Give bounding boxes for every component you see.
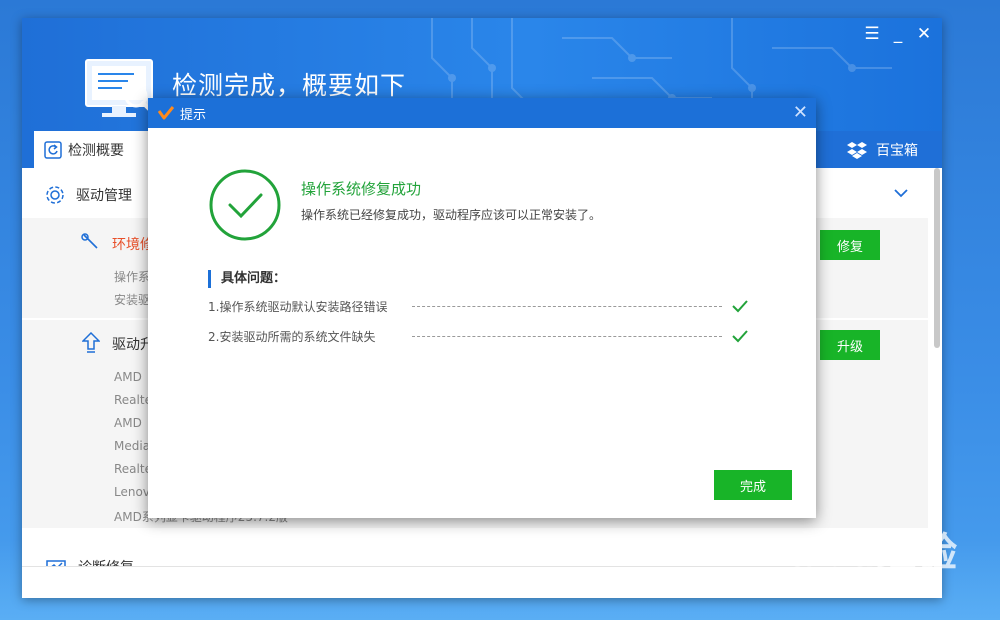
upgrade-line-4: Media xyxy=(114,439,151,453)
section-driver-manage[interactable]: 驱动管理 xyxy=(44,180,132,210)
check-icon xyxy=(732,330,748,343)
upgrade-line-1: AMD xyxy=(114,370,142,384)
tab-toolbox[interactable]: 百宝箱 xyxy=(846,131,918,168)
issue-row: 2.安装驱动所需的系统文件缺失 xyxy=(208,326,748,346)
section-driver-manage-label: 驱动管理 xyxy=(76,188,132,204)
dashed-divider xyxy=(412,305,722,307)
upgrade-button[interactable]: 升级 xyxy=(820,330,880,360)
upgrade-line-2: Realte xyxy=(114,393,152,407)
wrench-icon xyxy=(81,233,98,249)
repair-button[interactable]: 修复 xyxy=(820,230,880,260)
watermark-logo: Baidu经验 xyxy=(760,531,959,575)
menu-icon[interactable]: ☰ xyxy=(862,24,882,44)
logo-check-icon xyxy=(158,106,174,120)
tab-toolbox-label: 百宝箱 xyxy=(876,142,918,159)
upgrade-line-3: AMD xyxy=(114,416,142,430)
check-icon xyxy=(732,300,748,313)
env-line-1: 操作系 xyxy=(114,270,151,284)
gear-icon xyxy=(46,186,64,204)
toolbox-icon xyxy=(847,141,867,159)
minimize-icon[interactable]: _ xyxy=(888,24,908,44)
success-dialog: 提示 ✕ 操作系统修复成功 操作系统已经修复成功，驱动程序应该可以正常安装了。 … xyxy=(148,98,816,518)
issue-row: 1.操作系统驱动默认安装路径错误 xyxy=(208,296,748,316)
close-icon[interactable]: ✕ xyxy=(914,24,934,44)
success-description: 操作系统已经修复成功，驱动程序应该可以正常安装了。 xyxy=(301,208,602,222)
window-controls: ☰ _ ✕ xyxy=(862,24,934,44)
issue-text: 2.安装驱动所需的系统文件缺失 xyxy=(208,329,376,344)
success-check-icon xyxy=(209,169,281,241)
scrollbar[interactable] xyxy=(934,168,940,348)
chevron-down-icon[interactable] xyxy=(894,188,908,198)
baidu-watermark: Baidu经验 jingyan.baidu.com xyxy=(760,520,958,592)
upgrade-line-6: Lenov xyxy=(114,485,150,499)
success-title: 操作系统修复成功 xyxy=(301,180,422,198)
issues-header: 具体问题： xyxy=(208,270,286,288)
upgrade-arrow-icon xyxy=(82,332,100,353)
dialog-close-icon[interactable]: ✕ xyxy=(793,102,808,123)
watermark-url: jingyan.baidu.com xyxy=(760,576,907,592)
tab-overview[interactable]: 检测概要 xyxy=(34,131,164,168)
app-title: 检测完成，概要如下 xyxy=(172,71,407,100)
dialog-title: 提示 xyxy=(180,107,207,123)
upgrade-line-5: Realte xyxy=(114,462,152,476)
tab-overview-label: 检测概要 xyxy=(68,142,124,159)
dashed-divider xyxy=(412,335,722,337)
issue-text: 1.操作系统驱动默认安装路径错误 xyxy=(208,299,388,314)
done-button[interactable]: 完成 xyxy=(714,470,792,500)
env-line-2: 安装驱 xyxy=(114,293,151,307)
dialog-titlebar: 提示 ✕ xyxy=(148,98,816,128)
refresh-doc-icon xyxy=(44,140,62,159)
